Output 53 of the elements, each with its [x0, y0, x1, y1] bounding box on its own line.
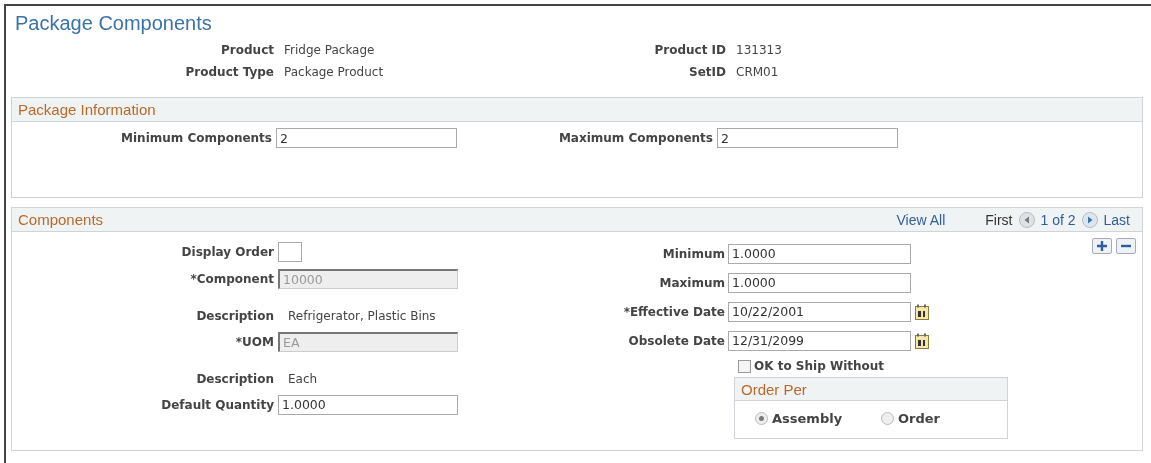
- field-value: CRM01: [735, 65, 779, 79]
- field-label: *Component: [189, 271, 275, 286]
- view-all-link[interactable]: View All: [896, 211, 946, 228]
- previous-icon[interactable]: [1018, 211, 1035, 228]
- field-label: Maximum Components: [557, 131, 714, 145]
- calendar-icon[interactable]: [915, 332, 929, 349]
- page-title: Package Components: [14, 11, 212, 36]
- field-label: SetID: [689, 65, 726, 79]
- plus-icon: [1096, 240, 1108, 252]
- next-icon[interactable]: [1081, 211, 1098, 228]
- field-value: Fridge Package: [283, 43, 375, 57]
- field-label: Product ID: [654, 43, 726, 57]
- checkbox[interactable]: [738, 359, 751, 373]
- section-title: Package Information: [18, 101, 156, 118]
- component-field: 10000: [278, 268, 458, 289]
- field-label: Display Order: [180, 244, 275, 259]
- component-value: Each: [287, 372, 318, 386]
- last-link[interactable]: Last: [1103, 211, 1130, 228]
- field-label: Maximum: [658, 275, 726, 290]
- components-field[interactable]: 2: [276, 128, 457, 148]
- field-label: Minimum: [661, 246, 726, 261]
- date-field[interactable]: 12/31/2099: [728, 330, 911, 351]
- section-title: Components: [18, 211, 104, 228]
- component-value: Refrigerator, Plastic Bins: [287, 309, 436, 323]
- radio-button[interactable]: [755, 412, 768, 425]
- date-field[interactable]: 10/22/2001: [728, 301, 911, 322]
- component-field: EA: [278, 331, 458, 352]
- remove-button[interactable]: [1116, 238, 1136, 254]
- field-value: Package Product: [283, 65, 384, 79]
- radio-label: Order: [898, 411, 940, 426]
- field-label: Product: [221, 43, 274, 57]
- field-value: 131313: [735, 43, 782, 57]
- page-position: 1 of 2: [1040, 211, 1076, 228]
- add-button[interactable]: [1092, 238, 1112, 254]
- field-label: *Effective Date: [622, 304, 726, 319]
- field-label: Minimum Components: [120, 131, 273, 145]
- display-order-field[interactable]: [278, 241, 302, 262]
- quantity-field[interactable]: 1.0000: [728, 243, 911, 264]
- section-title: Order Per: [741, 380, 807, 398]
- field-label: Description: [195, 372, 275, 386]
- checkbox-label: OK to Ship Without: [754, 359, 885, 373]
- radio-label: Assembly: [772, 411, 843, 426]
- field-label: Product Type: [185, 65, 274, 79]
- components-field[interactable]: 2: [717, 128, 898, 148]
- radio-button[interactable]: [881, 412, 894, 425]
- field-label: Description: [195, 309, 275, 323]
- component-field[interactable]: 1.0000: [278, 394, 458, 415]
- field-label: *UOM: [234, 334, 275, 349]
- quantity-field[interactable]: 1.0000: [728, 272, 911, 293]
- field-label: Obsolete Date: [627, 333, 726, 348]
- field-label: Default Quantity: [160, 397, 275, 412]
- first-label: First: [985, 211, 1013, 228]
- calendar-icon[interactable]: [915, 303, 929, 320]
